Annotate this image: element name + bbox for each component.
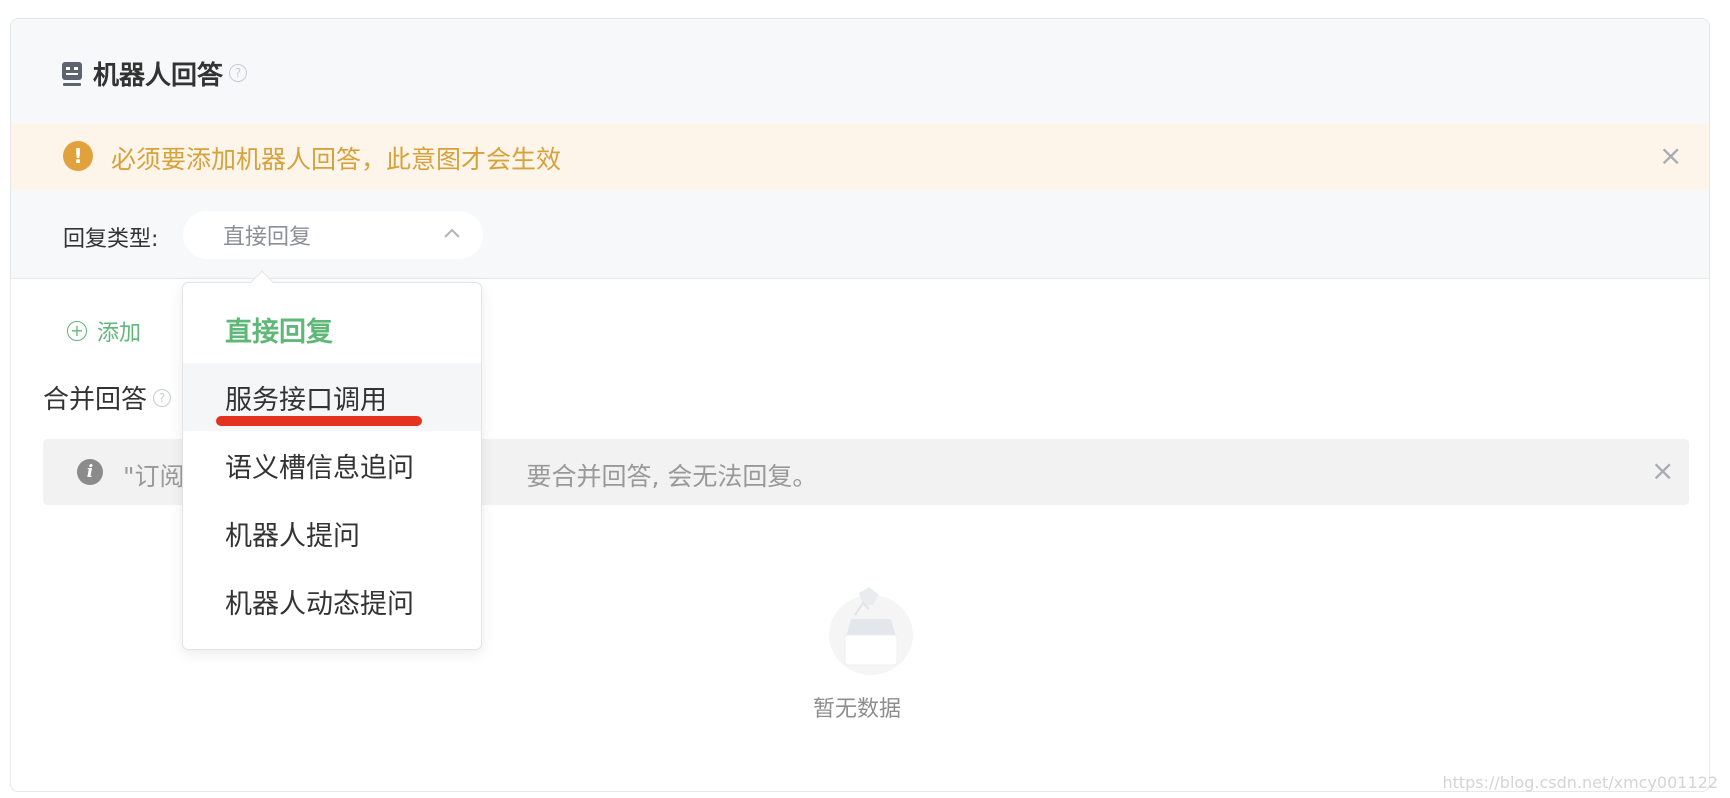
robot-icon bbox=[62, 62, 82, 86]
reply-type-dropdown: 直接回复 服务接口调用 语义槽信息追问 机器人提问 机器人动态提问 bbox=[182, 282, 482, 650]
empty-state bbox=[811, 575, 931, 679]
reply-type-select[interactable]: 直接回复 bbox=[183, 211, 483, 259]
option-robot-dynamic-question[interactable]: 机器人动态提问 bbox=[183, 567, 481, 635]
warning-text: 必须要添加机器人回答，此意图才会生效 bbox=[111, 145, 562, 174]
info-text-start: "订阅 bbox=[123, 462, 185, 491]
option-slot-followup[interactable]: 语义槽信息追问 bbox=[183, 431, 481, 499]
option-direct-reply[interactable]: 直接回复 bbox=[183, 295, 481, 363]
add-button[interactable]: + 添加 bbox=[67, 315, 141, 347]
merge-answer-title: 合并回答 ? bbox=[43, 379, 172, 416]
close-icon[interactable]: × bbox=[1659, 142, 1682, 170]
warning-icon: ! bbox=[63, 141, 93, 171]
annotation-underline bbox=[216, 416, 422, 426]
empty-text: 暂无数据 bbox=[813, 697, 902, 722]
empty-box-icon bbox=[829, 587, 913, 675]
help-icon[interactable]: ? bbox=[153, 388, 172, 407]
select-value: 直接回复 bbox=[223, 225, 312, 250]
watermark: https://blog.csdn.net/xmcy001122 bbox=[1442, 773, 1718, 792]
warning-alert: ! 必须要添加机器人回答，此意图才会生效 × bbox=[11, 124, 1709, 190]
section-title-text: 机器人回答 bbox=[93, 60, 224, 91]
option-robot-question[interactable]: 机器人提问 bbox=[183, 499, 481, 567]
reply-type-label: 回复类型: bbox=[63, 227, 159, 252]
close-icon[interactable]: × bbox=[1651, 457, 1674, 485]
merge-title-text: 合并回答 bbox=[43, 385, 148, 415]
help-icon[interactable]: ? bbox=[229, 64, 248, 82]
plus-circle-icon: + bbox=[67, 321, 87, 341]
add-label: 添加 bbox=[97, 321, 142, 346]
chevron-up-icon bbox=[444, 228, 460, 238]
section-title: 机器人回答 ? bbox=[61, 53, 248, 93]
info-text-end: 要合并回答, 会无法回复。 bbox=[526, 462, 818, 491]
info-icon: i bbox=[77, 459, 103, 485]
